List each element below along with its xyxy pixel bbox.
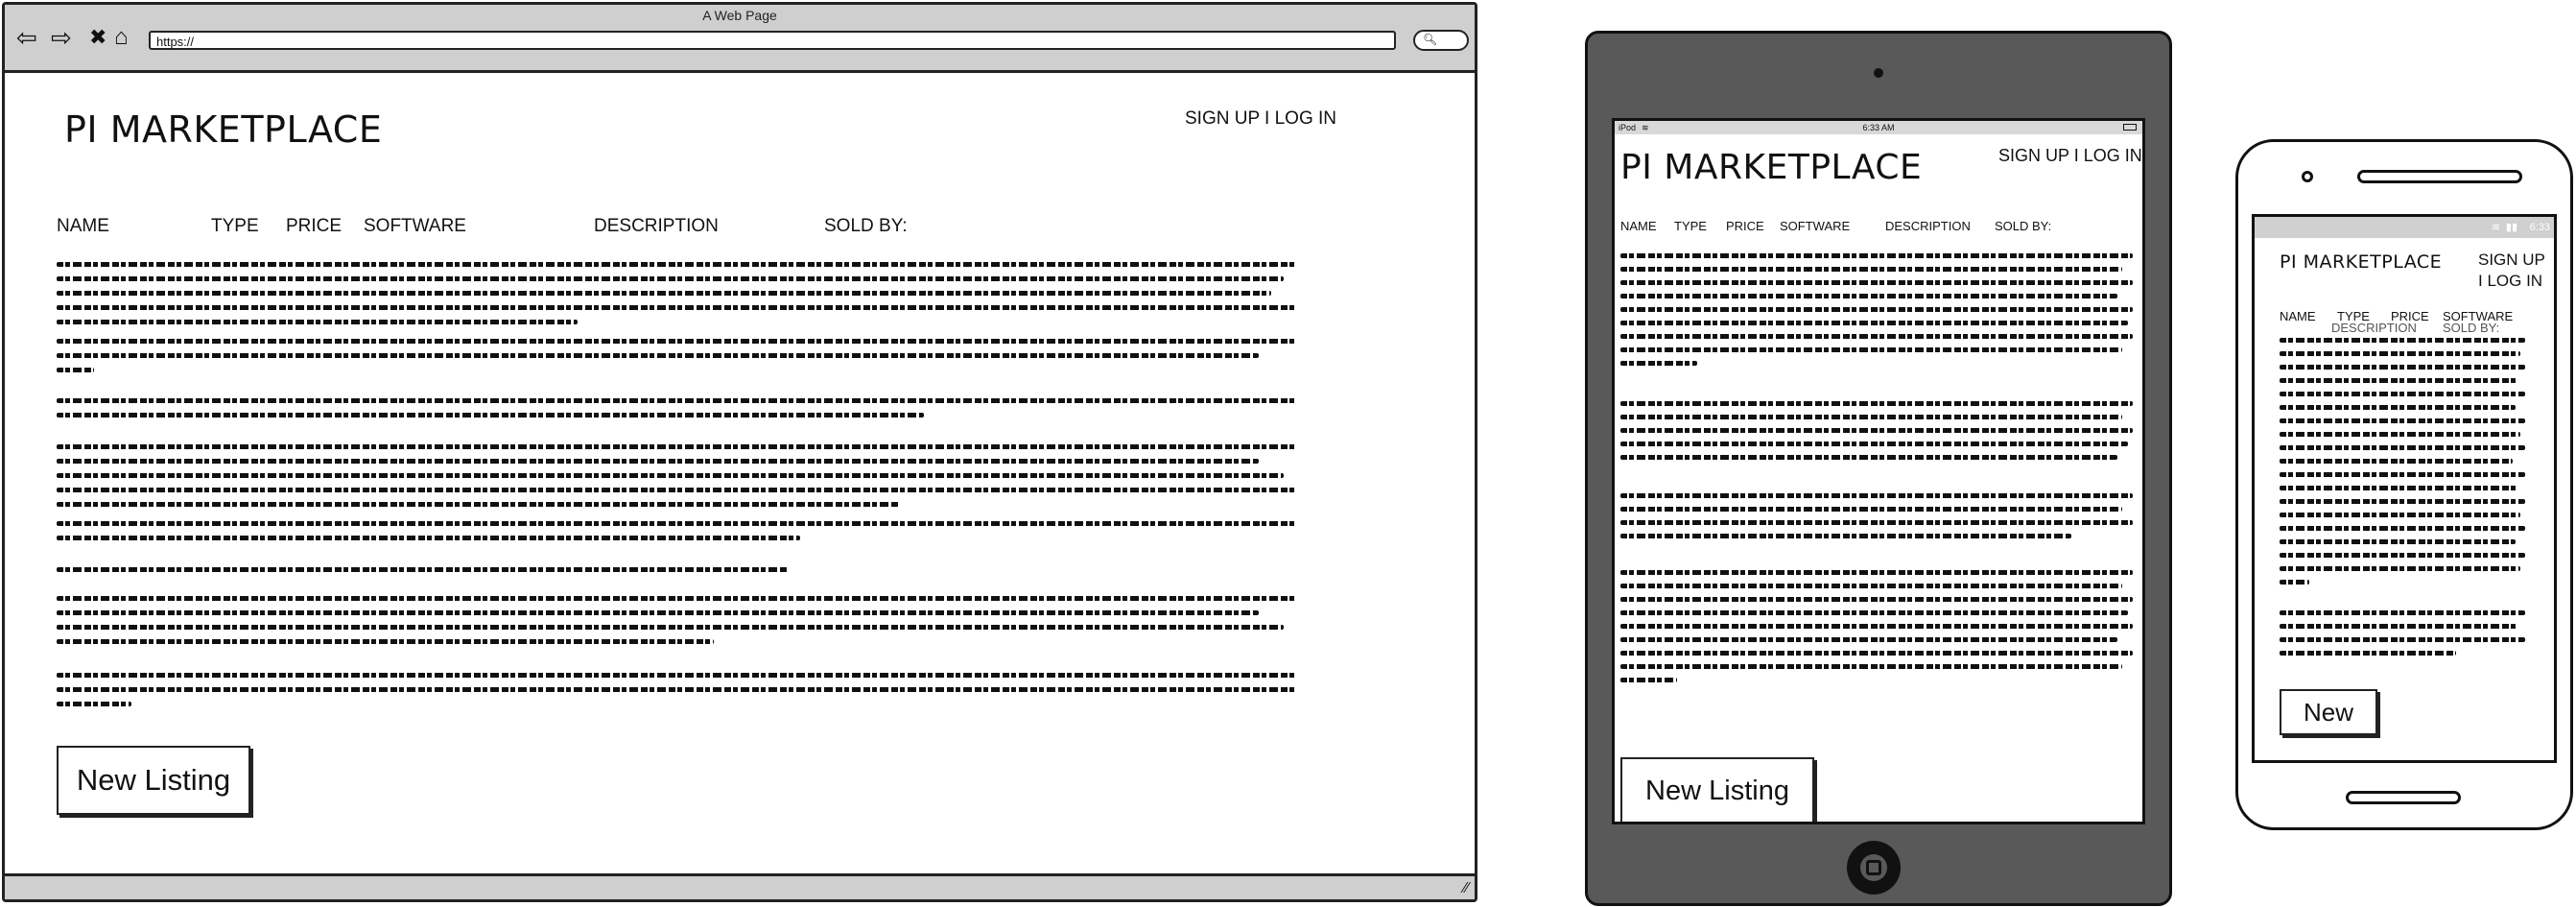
- signup-link-text: SIGN UP: [2478, 251, 2545, 269]
- listing-item: [57, 596, 1296, 644]
- new-listing-button[interactable]: New Listing: [1620, 757, 1814, 822]
- wifi-icon: ≋: [2491, 222, 2500, 233]
- column-description: DESCRIPTION: [2331, 321, 2417, 335]
- page-title: PI MARKETPLACE: [2280, 251, 2443, 273]
- login-link-text: I LOG IN: [2478, 272, 2543, 290]
- column-type: TYPE: [1674, 219, 1707, 233]
- new-listing-button[interactable]: New: [2280, 689, 2377, 735]
- status-time: 6:33: [2529, 222, 2550, 233]
- column-sold-by: SOLD BY:: [1995, 219, 2052, 233]
- browser-search-box[interactable]: 🔍︎: [1413, 30, 1469, 51]
- stop-icon[interactable]: ✖: [89, 24, 106, 51]
- home-icon[interactable]: ⌂: [114, 24, 129, 51]
- column-type: TYPE: [211, 216, 259, 236]
- listing-item: [2280, 610, 2525, 656]
- signup-login-link[interactable]: SIGN UP I LOG IN: [2478, 250, 2545, 292]
- search-icon: 🔍︎: [1423, 33, 1438, 46]
- phone-status-bar: ≋ ▮▮ 6:33: [2255, 217, 2554, 238]
- tablet-mockup: iPod ≋ 6:33 AM PI MARKETPLACE SIGN UP I …: [1585, 31, 2172, 906]
- column-description: DESCRIPTION: [594, 216, 719, 236]
- listing-item: [57, 262, 1296, 324]
- column-price: PRICE: [286, 216, 343, 236]
- listing-item: [1620, 570, 2133, 682]
- home-icon: [1866, 860, 1881, 875]
- column-sold-by: SOLD BY:: [824, 216, 908, 236]
- forward-arrow-icon[interactable]: ⇨: [51, 24, 72, 51]
- column-software: SOFTWARE: [1780, 219, 1851, 233]
- listing-item: [1620, 253, 2133, 366]
- resize-grip-icon[interactable]: ⁄⁄: [1464, 880, 1469, 897]
- listing-item: [57, 339, 1296, 372]
- browser-toolbar: A Web Page ⇦ ⇨ ✖ ⌂ https:// 🔍︎: [5, 5, 1475, 73]
- url-bar[interactable]: https://: [149, 31, 1396, 50]
- battery-icon: [2123, 124, 2137, 131]
- column-description: DESCRIPTION: [1885, 219, 1971, 233]
- home-button[interactable]: [2346, 791, 2461, 804]
- status-time: 6:33 AM: [1862, 123, 1895, 132]
- camera-icon: [1874, 68, 1883, 78]
- signup-login-link[interactable]: SIGN UP I LOG IN: [1998, 146, 2142, 166]
- signup-login-link[interactable]: SIGN UP I LOG IN: [1185, 108, 1336, 130]
- phone-mockup: ≋ ▮▮ 6:33 PI MARKETPLACE SIGN UP I LOG I…: [2235, 139, 2573, 830]
- listing-item: [57, 673, 1296, 706]
- tablet-status-bar: iPod ≋ 6:33 AM: [1615, 121, 2142, 134]
- new-listing-button[interactable]: New Listing: [57, 746, 250, 815]
- listing-item: [1620, 493, 2133, 538]
- page-title: PI MARKETPLACE: [64, 108, 383, 151]
- page-title: PI MARKETPLACE: [1620, 148, 1923, 187]
- browser-status-bar: ⁄⁄: [5, 873, 1475, 899]
- tablet-screen: iPod ≋ 6:33 AM PI MARKETPLACE SIGN UP I …: [1612, 118, 2145, 824]
- column-software: SOFTWARE: [364, 216, 466, 236]
- desktop-browser-mockup: A Web Page ⇦ ⇨ ✖ ⌂ https:// 🔍︎ PI MARKET…: [2, 2, 1477, 902]
- phone-screen: ≋ ▮▮ 6:33 PI MARKETPLACE SIGN UP I LOG I…: [2252, 214, 2557, 763]
- front-camera-icon: [2302, 171, 2313, 182]
- column-name: NAME: [2280, 309, 2316, 323]
- back-arrow-icon[interactable]: ⇦: [16, 24, 37, 51]
- column-name: NAME: [1620, 219, 1657, 233]
- listing-item: [57, 567, 1296, 572]
- column-price: PRICE: [1726, 219, 1764, 233]
- window-title: A Web Page: [702, 8, 777, 23]
- signal-icon: ▮▮: [2505, 222, 2517, 233]
- listing-item: [1620, 401, 2133, 460]
- listing-item: [57, 398, 1296, 418]
- home-button[interactable]: [1847, 841, 1901, 895]
- column-sold-by: SOLD BY:: [2443, 321, 2500, 335]
- listing-item: [57, 521, 1296, 540]
- listing-item: [2280, 338, 2525, 585]
- listing-item: [57, 444, 1296, 507]
- earpiece-speaker: [2357, 170, 2522, 183]
- column-name: NAME: [57, 216, 109, 236]
